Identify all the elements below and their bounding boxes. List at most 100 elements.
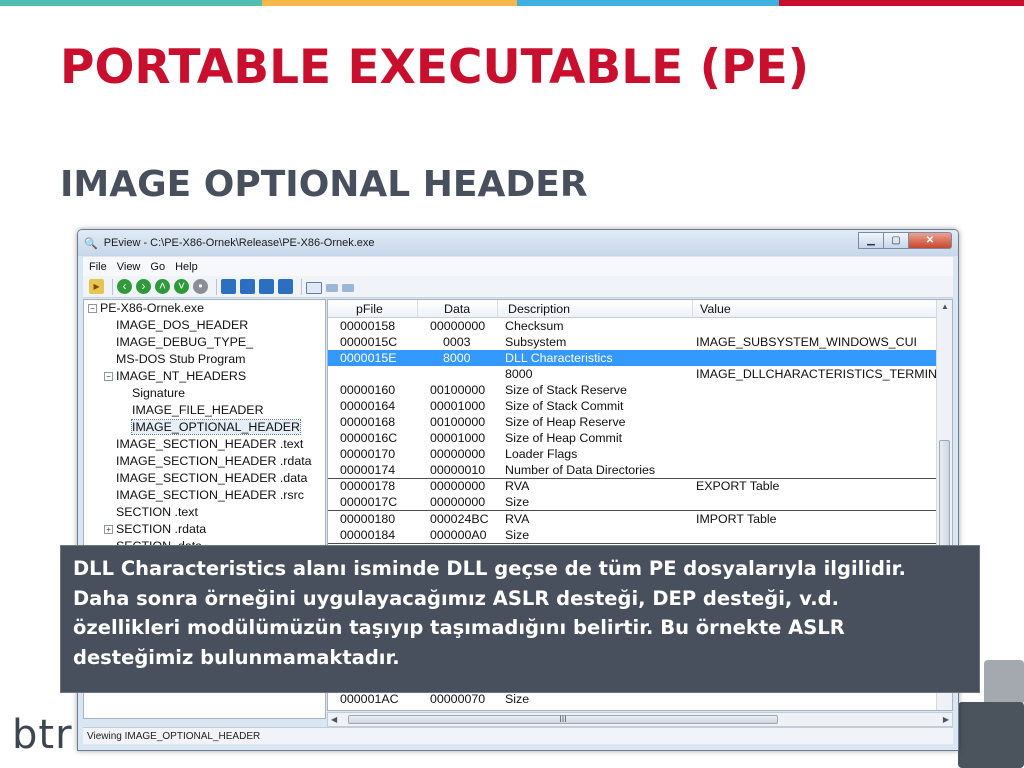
- window-titlebar[interactable]: 🔍 PEview - C:\PE-X86-Ornek\Release\PE-X8…: [78, 230, 958, 256]
- tree-item-label: Signature: [132, 386, 186, 400]
- collapse-icon[interactable]: −: [104, 372, 113, 382]
- cell-data: 00000010: [430, 463, 486, 477]
- menu-view[interactable]: View: [117, 261, 141, 273]
- scroll-right-arrow-icon[interactable]: ▶: [943, 715, 949, 724]
- column-header-pfile[interactable]: pFile: [328, 300, 418, 318]
- table-row[interactable]: 00000174 00000010 Number of Data Directo…: [328, 462, 936, 478]
- cell-pfile: 0000015C: [340, 335, 398, 349]
- column-header-value[interactable]: Value: [693, 300, 938, 318]
- cell-description: Subsystem: [505, 335, 567, 349]
- back-arrow-icon[interactable]: ‹: [117, 279, 132, 294]
- table-row[interactable]: 0000015C 0003 Subsystem IMAGE_SUBSYSTEM_…: [328, 334, 936, 350]
- tree-item-label: SECTION .rdata: [116, 522, 207, 536]
- close-button[interactable]: ✕: [908, 232, 952, 249]
- cell-pfile: 00000158: [340, 319, 396, 333]
- table-row[interactable]: 00000164 00001000 Size of Stack Commit: [328, 398, 936, 414]
- table-row[interactable]: 0000017C 00000000 Size: [328, 494, 936, 510]
- down-arrow-icon[interactable]: ˅: [174, 279, 189, 294]
- cell-pfile: 0000017C: [340, 495, 398, 509]
- list-header: pFile Data Description Value: [328, 300, 938, 318]
- cell-data: 0003: [443, 335, 471, 349]
- table-row[interactable]: 00000184 000000A0 Size: [328, 527, 936, 543]
- table-row[interactable]: 00000168 00100000 Size of Heap Reserve: [328, 414, 936, 430]
- forward-arrow-icon[interactable]: ›: [136, 279, 151, 294]
- minimize-button[interactable]: ▁: [858, 232, 884, 249]
- export-icon[interactable]: [259, 279, 274, 294]
- tree-item[interactable]: Signature: [132, 385, 185, 402]
- color-segment-orange: [262, 0, 517, 6]
- tree-item[interactable]: SECTION .text: [116, 504, 198, 521]
- menu-file[interactable]: File: [89, 261, 107, 273]
- table-row[interactable]: 000001AC 00000070 Size: [328, 691, 936, 707]
- vertical-scroll-thumb[interactable]: [939, 440, 950, 550]
- save-icon[interactable]: [221, 279, 236, 294]
- cell-pfile: 00000180: [340, 512, 396, 526]
- tree-item[interactable]: MS-DOS Stub Program: [116, 351, 245, 368]
- tree-item[interactable]: IMAGE_DOS_HEADER: [116, 317, 248, 334]
- scroll-left-arrow-icon[interactable]: ◀: [331, 715, 337, 724]
- menu-help[interactable]: Help: [175, 261, 198, 273]
- color-segment-red: [779, 0, 1024, 6]
- horizontal-scroll-thumb[interactable]: III: [348, 715, 778, 724]
- table-row[interactable]: 00000160 00100000 Size of Stack Reserve: [328, 382, 936, 398]
- mail-icon[interactable]: [240, 279, 255, 294]
- tree-item[interactable]: IMAGE_SECTION_HEADER .text: [116, 436, 303, 453]
- table-row[interactable]: 8000 IMAGE_DLLCHARACTERISTICS_TERMINA: [328, 366, 945, 382]
- tree-item[interactable]: IMAGE_FILE_HEADER: [132, 402, 264, 419]
- decorative-square: [958, 702, 1024, 768]
- import-icon[interactable]: [278, 279, 293, 294]
- tree-item-label: IMAGE_DEBUG_TYPE_: [116, 335, 254, 349]
- menu-go[interactable]: Go: [150, 261, 165, 273]
- tree-item-root[interactable]: − PE-X86-Ornek.exe: [88, 300, 204, 317]
- tree-item[interactable]: − IMAGE_NT_HEADERS: [104, 368, 246, 385]
- cell-value: IMPORT Table: [696, 512, 777, 526]
- caption-line: Daha sonra örneğini uygulayacağımız ASLR…: [73, 586, 839, 610]
- cell-data: 00000000: [430, 447, 486, 461]
- table-row[interactable]: 00000158 00000000 Checksum: [328, 318, 936, 334]
- view-dword-icon[interactable]: [342, 283, 354, 292]
- cell-description: Size: [505, 692, 530, 706]
- scroll-up-arrow-icon[interactable]: ▲: [941, 302, 949, 311]
- cell-description: Loader Flags: [505, 447, 578, 461]
- table-row[interactable]: 00000180 000024BC RVA IMPORT Table: [328, 511, 936, 527]
- slide-subtitle: IMAGE OPTIONAL HEADER: [60, 164, 588, 205]
- cell-description: Size of Heap Reserve: [505, 415, 626, 429]
- expand-icon[interactable]: +: [104, 525, 113, 535]
- stop-icon[interactable]: •: [193, 279, 208, 294]
- cell-data: 00000000: [430, 319, 486, 333]
- tree-item-label: SECTION .text: [116, 505, 198, 519]
- top-color-bar: [0, 0, 1024, 6]
- cell-pfile: 0000016C: [340, 431, 398, 445]
- view-hex-icon[interactable]: [306, 281, 322, 294]
- view-word-icon[interactable]: [326, 283, 338, 292]
- column-header-data[interactable]: Data: [418, 300, 498, 318]
- tree-item-label: IMAGE_SECTION_HEADER .rdata: [116, 454, 312, 468]
- tree-item[interactable]: + SECTION .rdata: [104, 521, 206, 538]
- up-arrow-icon[interactable]: ˄: [155, 279, 170, 294]
- table-row[interactable]: 00000178 00000000 RVA EXPORT Table: [328, 478, 936, 494]
- maximize-button[interactable]: ▢: [883, 232, 909, 249]
- tree-item[interactable]: IMAGE_SECTION_HEADER .rsrc: [116, 487, 304, 504]
- tree-item-label: IMAGE_SECTION_HEADER .data: [116, 471, 308, 485]
- column-header-description[interactable]: Description: [498, 300, 693, 318]
- cell-data: 00001000: [430, 399, 486, 413]
- logo: btr: [12, 712, 73, 758]
- tree-item[interactable]: IMAGE_SECTION_HEADER .data: [116, 470, 307, 487]
- tree-item-label: IMAGE_DOS_HEADER: [116, 318, 249, 332]
- table-row[interactable]: 0000016C 00001000 Size of Heap Commit: [328, 430, 936, 446]
- cell-description: Size of Heap Commit: [505, 431, 623, 445]
- tree-item[interactable]: IMAGE_SECTION_HEADER .rdata: [116, 453, 312, 470]
- cell-pfile: 00000184: [340, 528, 396, 542]
- table-row[interactable]: 00000170 00000000 Loader Flags: [328, 446, 936, 462]
- horizontal-scrollbar[interactable]: ◀ III ▶: [327, 712, 953, 727]
- decorative-square: [984, 660, 1024, 705]
- open-folder-icon[interactable]: ▸: [89, 279, 104, 294]
- color-segment-teal: [0, 0, 262, 6]
- tree-item-label: IMAGE_OPTIONAL_HEADER: [130, 419, 302, 435]
- cell-pfile: 00000164: [340, 399, 396, 413]
- collapse-icon[interactable]: −: [88, 304, 97, 314]
- tree-item-selected[interactable]: IMAGE_OPTIONAL_HEADER: [130, 419, 302, 436]
- caption-line: desteğimiz bulunmamaktadır.: [73, 645, 400, 669]
- tree-item[interactable]: IMAGE_DEBUG_TYPE_: [116, 334, 253, 351]
- table-row-selected[interactable]: 0000015E 8000 DLL Characteristics: [328, 350, 936, 366]
